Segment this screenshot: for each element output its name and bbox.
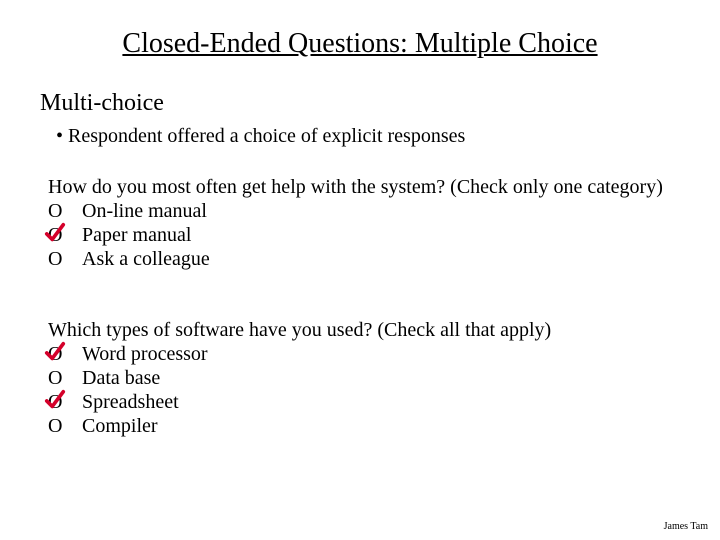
option-marker: O bbox=[48, 223, 82, 247]
slide-title: Closed-Ended Questions: Multiple Choice bbox=[0, 28, 720, 60]
slide-title-text: Closed-Ended Questions: Multiple Choice bbox=[122, 28, 597, 59]
option-label: Data base bbox=[82, 367, 160, 389]
question-1: How do you most often get help with the … bbox=[48, 175, 663, 271]
question-1-prompt: How do you most often get help with the … bbox=[48, 176, 663, 198]
option-marker: O bbox=[48, 366, 82, 390]
question-2-option: OSpreadsheet bbox=[48, 390, 551, 414]
option-label: On-line manual bbox=[82, 200, 207, 222]
bullet-point: • Respondent offered a choice of explici… bbox=[56, 125, 465, 148]
option-label: Ask a colleague bbox=[82, 248, 210, 270]
footer-author: James Tam bbox=[664, 521, 708, 532]
question-1-option: OOn-line manual bbox=[48, 199, 663, 223]
option-label: Spreadsheet bbox=[82, 391, 179, 413]
question-2-option: OCompiler bbox=[48, 414, 551, 438]
option-label: Paper manual bbox=[82, 224, 191, 246]
option-marker: O bbox=[48, 199, 82, 223]
question-2: Which types of software have you used? (… bbox=[48, 318, 551, 438]
question-1-option: OPaper manual bbox=[48, 223, 663, 247]
option-label: Word processor bbox=[82, 343, 208, 365]
option-marker: O bbox=[48, 390, 82, 414]
question-2-option: OData base bbox=[48, 366, 551, 390]
option-marker: O bbox=[48, 247, 82, 271]
question-2-prompt: Which types of software have you used? (… bbox=[48, 319, 551, 341]
question-1-option: OAsk a colleague bbox=[48, 247, 663, 271]
option-marker: O bbox=[48, 342, 82, 366]
slide-subtitle: Multi-choice bbox=[40, 90, 164, 117]
option-marker: O bbox=[48, 414, 82, 438]
option-label: Compiler bbox=[82, 415, 158, 437]
question-2-option: OWord processor bbox=[48, 342, 551, 366]
